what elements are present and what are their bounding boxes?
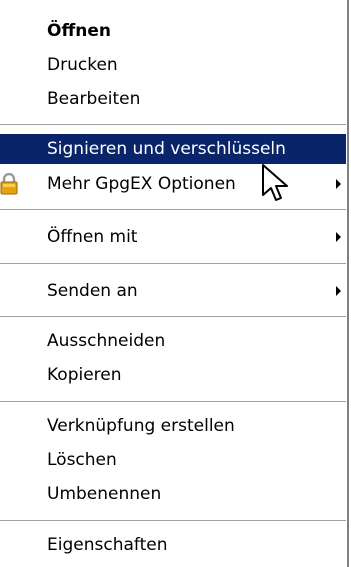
menu-item-label: Drucken xyxy=(47,55,118,75)
submenu-arrow-icon xyxy=(334,169,342,199)
menu-item-label: Senden an xyxy=(47,281,138,301)
submenu-arrow-icon xyxy=(334,276,342,306)
menu-item-create-shortcut[interactable]: Verknüpfung erstellen xyxy=(0,411,346,441)
menu-item-properties[interactable]: Eigenschaften xyxy=(0,530,346,560)
menu-separator xyxy=(0,520,346,522)
menu-item-label: Mehr GpgEX Optionen xyxy=(47,174,236,194)
menu-item-label: Verknüpfung erstellen xyxy=(47,416,235,436)
menu-item-label: Signieren und verschlüsseln xyxy=(47,139,286,159)
menu-item-label: Bearbeiten xyxy=(47,89,141,109)
submenu-arrow-icon xyxy=(334,222,342,252)
menu-item-rename[interactable]: Umbenennen xyxy=(0,479,346,509)
menu-item-cut[interactable]: Ausschneiden xyxy=(0,326,346,356)
menu-item-delete[interactable]: Löschen xyxy=(0,445,346,475)
context-menu: Öffnen Drucken Bearbeiten Signieren und … xyxy=(0,0,349,567)
menu-item-label: Kopieren xyxy=(47,365,122,385)
menu-separator xyxy=(0,209,346,211)
menu-item-label: Umbenennen xyxy=(47,484,162,504)
menu-item-sign-encrypt[interactable]: Signieren und verschlüsseln xyxy=(0,134,346,164)
menu-item-copy[interactable]: Kopieren xyxy=(0,360,346,390)
menu-separator xyxy=(0,124,346,126)
menu-item-open[interactable]: Öffnen xyxy=(0,16,346,46)
menu-item-print[interactable]: Drucken xyxy=(0,50,346,80)
menu-separator xyxy=(0,316,346,318)
menu-item-label: Öffnen mit xyxy=(47,227,138,247)
menu-item-label: Ausschneiden xyxy=(47,331,166,351)
menu-separator xyxy=(0,263,346,265)
menu-item-label: Löschen xyxy=(47,450,117,470)
menu-item-label: Eigenschaften xyxy=(47,535,168,555)
menu-item-label: Öffnen xyxy=(47,21,111,41)
menu-separator xyxy=(0,401,346,403)
mouse-pointer-icon xyxy=(261,163,297,207)
menu-item-send-to[interactable]: Senden an xyxy=(0,276,346,306)
menu-item-edit[interactable]: Bearbeiten xyxy=(0,84,346,114)
lock-icon xyxy=(0,172,18,195)
menu-item-open-with[interactable]: Öffnen mit xyxy=(0,222,346,252)
